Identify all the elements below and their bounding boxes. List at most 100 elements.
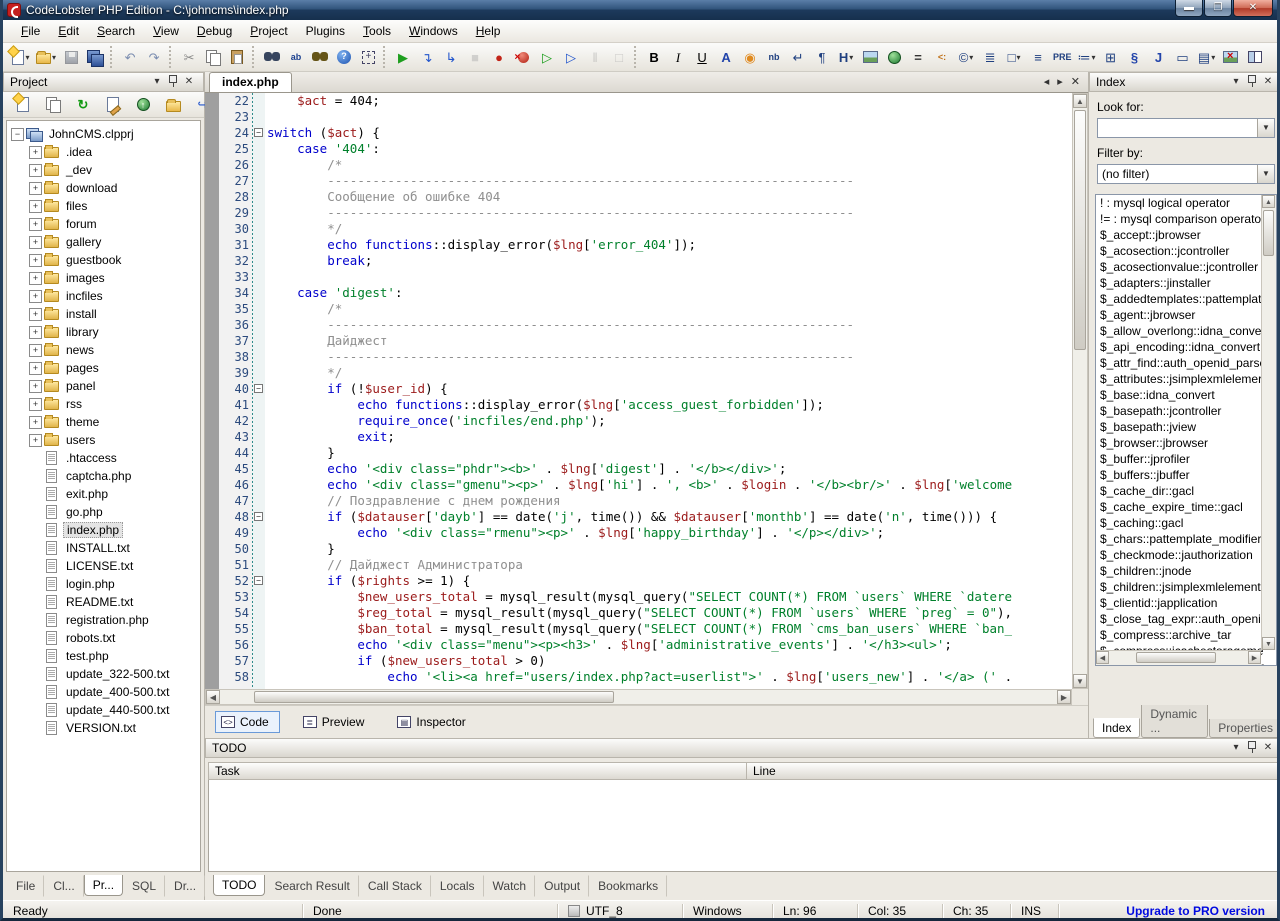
index-item[interactable]: $_attributes::jsimplexmlelemer [1096, 371, 1276, 387]
panel-tab-index[interactable]: Index [1093, 718, 1140, 738]
side-tab-file[interactable]: File [7, 875, 44, 897]
undo-button[interactable]: ↶ [119, 46, 141, 68]
fold-icon[interactable]: − [254, 128, 263, 137]
tree-folder-rss[interactable]: +rss [11, 395, 200, 413]
justify-button[interactable]: ≣ [979, 46, 1001, 68]
menu-project[interactable]: Project [242, 21, 295, 41]
index-item[interactable]: $_adapters::jinstaller [1096, 275, 1276, 291]
textfield-button[interactable]: ▭ [1172, 46, 1194, 68]
hscroll-thumb[interactable] [1136, 652, 1216, 663]
scroll-down-icon[interactable]: ▼ [1073, 674, 1087, 688]
form-button[interactable]: § [1124, 46, 1146, 68]
index-horizontal-scrollbar[interactable]: ◀ ▶ [1096, 650, 1261, 665]
expander-icon[interactable]: + [29, 362, 42, 375]
close-panel-icon[interactable]: ✕ [1260, 741, 1276, 755]
font-button[interactable]: A [715, 46, 737, 68]
step-into-button[interactable]: ↴ [416, 46, 438, 68]
expander-icon[interactable]: − [11, 128, 24, 141]
code-editor[interactable]: 22 $act = 404;2324−switch ($act) {25 cas… [205, 93, 1072, 689]
find-in-files-button[interactable] [309, 46, 331, 68]
tree-file-INSTALLtxt[interactable]: INSTALL.txt [11, 539, 200, 557]
todo-line-column[interactable]: Line [747, 763, 1279, 779]
copy-button[interactable] [202, 46, 224, 68]
expander-icon[interactable]: + [29, 416, 42, 429]
expander-icon[interactable]: + [29, 164, 42, 177]
anchor-button[interactable] [883, 46, 905, 68]
expander-icon[interactable]: + [29, 200, 42, 213]
index-item[interactable]: $_caching::gacl [1096, 515, 1276, 531]
menu-plugins[interactable]: Plugins [298, 21, 353, 41]
stop-button[interactable]: ■ [464, 46, 486, 68]
index-item[interactable]: $_accept::jbrowser [1096, 227, 1276, 243]
tree-file-READMEtxt[interactable]: README.txt [11, 593, 200, 611]
index-item[interactable]: $_agent::jbrowser [1096, 307, 1276, 323]
script-button[interactable]: J [1148, 46, 1170, 68]
minimize-button[interactable]: ▬ [1175, 0, 1203, 17]
bottom-tab-watch[interactable]: Watch [484, 875, 536, 897]
fold-icon[interactable]: − [254, 512, 263, 521]
menu-view[interactable]: View [145, 21, 187, 41]
copyright-button[interactable]: ©▾ [955, 46, 977, 68]
toggle-breakpoint-button[interactable]: ● [488, 46, 510, 68]
tree-file-VERSIONtxt[interactable]: VERSION.txt [11, 719, 200, 737]
filter-combobox[interactable]: (no filter) ▼ [1097, 164, 1275, 184]
look-for-combobox[interactable]: ▼ [1097, 118, 1275, 138]
editor-horizontal-scrollbar[interactable]: ◀ ▶ [205, 689, 1072, 705]
upgrade-link[interactable]: Upgrade to PRO version [1126, 904, 1277, 918]
help-button[interactable]: ? [333, 46, 355, 68]
bottom-tab-locals[interactable]: Locals [431, 875, 484, 897]
index-item[interactable]: $_checkmode::jauthorization [1096, 547, 1276, 563]
bottom-tab-bookmarks[interactable]: Bookmarks [589, 875, 667, 897]
index-vertical-scrollbar[interactable]: ▲ ▼ [1261, 195, 1276, 650]
index-item[interactable]: $_browser::jbrowser [1096, 435, 1276, 451]
expander-icon[interactable]: + [29, 344, 42, 357]
tree-folder-users[interactable]: +users [11, 431, 200, 449]
side-tab-dr[interactable]: Dr... [165, 875, 205, 897]
index-item[interactable]: $_children::jnode [1096, 563, 1276, 579]
continue-button[interactable]: ▷ [560, 46, 582, 68]
insert-image-button[interactable] [859, 46, 881, 68]
view-tab-inspector[interactable]: ▤Inspector [392, 712, 475, 732]
tree-folder-guestbook[interactable]: +guestbook [11, 251, 200, 269]
panel-tab-properties[interactable]: Properties [1209, 719, 1280, 738]
nbsp-button[interactable]: nb [763, 46, 785, 68]
menu-help[interactable]: Help [468, 21, 509, 41]
tree-file-loginphp[interactable]: login.php [11, 575, 200, 593]
underline-button[interactable]: U [691, 46, 713, 68]
save-button[interactable] [60, 46, 82, 68]
pin-icon[interactable] [165, 75, 181, 89]
new-file-button[interactable]: ▾ [10, 46, 32, 68]
tree-folder-incfiles[interactable]: +incfiles [11, 287, 200, 305]
menu-windows[interactable]: Windows [401, 21, 466, 41]
bottom-tab-output[interactable]: Output [535, 875, 589, 897]
expander-icon[interactable]: + [29, 182, 42, 195]
pin-icon[interactable] [1244, 741, 1260, 755]
div-button[interactable]: □▾ [1003, 46, 1025, 68]
view-tab-preview[interactable]: ≣Preview [298, 712, 375, 732]
expander-icon[interactable]: + [29, 236, 42, 249]
menu-debug[interactable]: Debug [189, 21, 240, 41]
tab-scroll-left-icon[interactable]: ◂ [1044, 75, 1050, 88]
hr-button[interactable]: = [907, 46, 929, 68]
paste-button[interactable] [226, 46, 248, 68]
index-item[interactable]: $_addedtemplates::pattemplat [1096, 291, 1276, 307]
tree-root-project[interactable]: −JohnCMS.clpprj [11, 125, 200, 143]
cut-button[interactable]: ✂ [178, 46, 200, 68]
expander-icon[interactable]: + [29, 146, 42, 159]
side-tab-cl[interactable]: Cl... [44, 875, 83, 897]
tree-folder-news[interactable]: +news [11, 341, 200, 359]
tree-folder-forum[interactable]: +forum [11, 215, 200, 233]
side-tab-pr[interactable]: Pr... [84, 875, 123, 896]
tree-folder-dev[interactable]: +_dev [11, 161, 200, 179]
panel-tab-dynamic[interactable]: Dynamic ... [1141, 705, 1208, 738]
tree-folder-files[interactable]: +files [11, 197, 200, 215]
pre-button[interactable]: PRE [1051, 46, 1074, 68]
tree-folder-gallery[interactable]: +gallery [11, 233, 200, 251]
add-files-button[interactable] [42, 94, 64, 116]
pilcrow-button[interactable]: ¶ [811, 46, 833, 68]
index-item[interactable]: $_buffers::jbuffer [1096, 467, 1276, 483]
redo-button[interactable]: ↷ [143, 46, 165, 68]
add-file-button[interactable] [12, 94, 34, 116]
index-item[interactable]: $_children::jsimplexmlelement [1096, 579, 1276, 595]
close-button[interactable]: ✕ [1233, 0, 1273, 17]
